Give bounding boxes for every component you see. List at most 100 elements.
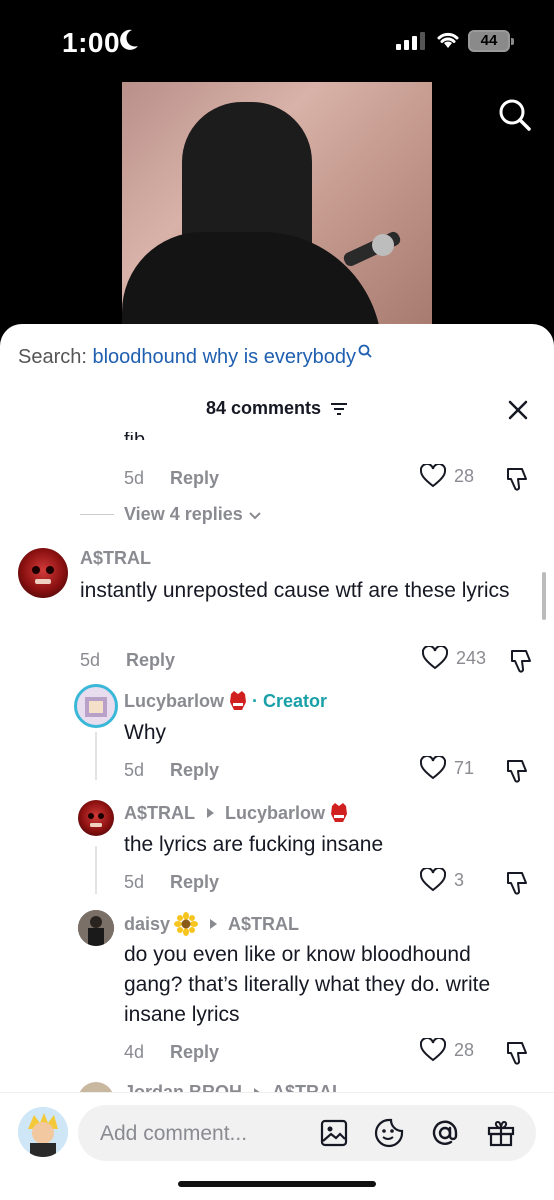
status-bar: 1:00 44 bbox=[0, 0, 554, 80]
battery-level: 44 bbox=[480, 32, 498, 49]
gift-icon[interactable] bbox=[486, 1118, 516, 1148]
reply-button[interactable]: Reply bbox=[170, 468, 219, 489]
thread-line bbox=[95, 846, 97, 894]
username-label: Lucybarlow bbox=[124, 690, 225, 711]
reply-button[interactable]: Reply bbox=[170, 1042, 219, 1063]
dislike-icon[interactable] bbox=[504, 870, 530, 896]
dislike-icon[interactable] bbox=[508, 648, 534, 674]
comment-input-placeholder: Add comment... bbox=[100, 1122, 248, 1145]
search-suggestion[interactable]: Search: bloodhound why is everybody bbox=[18, 344, 372, 369]
comments-list[interactable]: fib 5d Reply 28 View 4 replies A$TRAL in… bbox=[0, 432, 554, 1092]
like-count: 28 bbox=[454, 465, 475, 486]
comment-meta: 5d Reply bbox=[124, 468, 219, 489]
avatar-face bbox=[88, 813, 104, 827]
home-indicator bbox=[178, 1181, 376, 1187]
comment-meta: 5d Reply bbox=[124, 760, 219, 781]
comment-text: the lyrics are fucking insane bbox=[124, 833, 384, 856]
thread-line bbox=[95, 732, 97, 780]
creator-avatar[interactable] bbox=[74, 684, 118, 728]
comments-sheet: Search: bloodhound why is everybody 84 c… bbox=[0, 324, 554, 1200]
mention-icon[interactable] bbox=[430, 1118, 460, 1148]
close-icon[interactable] bbox=[508, 400, 528, 420]
heart-icon bbox=[420, 464, 446, 488]
heart-icon bbox=[420, 868, 446, 892]
chevron-down-icon bbox=[249, 511, 261, 519]
username-label: A$TRAL bbox=[80, 548, 151, 568]
sticker-icon[interactable] bbox=[374, 1118, 404, 1148]
view-replies-line bbox=[80, 514, 114, 515]
avatar[interactable] bbox=[18, 548, 68, 598]
avatar[interactable] bbox=[78, 910, 114, 946]
video-person-body bbox=[122, 232, 382, 332]
search-icon[interactable] bbox=[498, 98, 532, 132]
comment-date: 5d bbox=[124, 468, 145, 488]
comment-input[interactable]: Add comment... bbox=[78, 1105, 536, 1161]
comment-composer: Add comment... bbox=[0, 1092, 554, 1200]
reply-to-label: A$TRAL bbox=[272, 1082, 344, 1092]
like-button[interactable]: 28 bbox=[420, 464, 474, 488]
comment-text: instantly unreposted cause wtf are these… bbox=[80, 579, 510, 602]
creator-badge: · Creator bbox=[252, 690, 328, 711]
like-count: 71 bbox=[454, 757, 475, 778]
image-icon[interactable] bbox=[320, 1119, 348, 1147]
like-button[interactable]: 71 bbox=[420, 756, 474, 780]
moon-icon bbox=[120, 29, 138, 50]
battery-indicator: 44 bbox=[468, 30, 514, 52]
cellular-signal-icon bbox=[396, 32, 425, 50]
video-microphone-head bbox=[372, 234, 394, 256]
username-label: daisy bbox=[124, 913, 171, 934]
comments-count-label: 84 comments bbox=[205, 398, 322, 418]
comment-username[interactable]: A$TRAL Lucybarlow bbox=[124, 802, 349, 824]
heart-icon bbox=[420, 756, 446, 780]
comment-text: do you even like or know bloodhound gang… bbox=[124, 943, 491, 1026]
avatar[interactable] bbox=[78, 800, 114, 836]
video-preview[interactable] bbox=[122, 82, 432, 332]
like-count: 243 bbox=[456, 647, 487, 668]
like-count: 3 bbox=[454, 869, 465, 890]
dislike-icon[interactable] bbox=[504, 1040, 530, 1066]
comment-username[interactable]: A$TRAL bbox=[80, 548, 151, 569]
like-button[interactable]: 3 bbox=[420, 868, 464, 892]
status-time: 1:00 bbox=[62, 27, 121, 58]
caret-right-icon bbox=[207, 808, 214, 818]
comment-meta: 5d Reply bbox=[124, 872, 219, 893]
comments-count: 84 comments bbox=[0, 398, 554, 419]
comment-username[interactable]: Jordan BROH A$TRAL bbox=[124, 1082, 343, 1092]
avatar[interactable] bbox=[78, 1082, 114, 1092]
avatar-image bbox=[78, 910, 114, 946]
heart-icon bbox=[420, 1038, 446, 1062]
avatar-face bbox=[32, 566, 54, 584]
comment-meta: 5d Reply bbox=[80, 650, 175, 671]
search-prefix: Search: bbox=[18, 346, 93, 368]
my-avatar[interactable] bbox=[18, 1107, 68, 1157]
username-label: A$TRAL bbox=[124, 802, 195, 823]
dislike-icon[interactable] bbox=[504, 758, 530, 784]
scrollbar[interactable] bbox=[542, 572, 546, 620]
search-query[interactable]: bloodhound why is everybody bbox=[92, 346, 356, 368]
reply-button[interactable]: Reply bbox=[126, 650, 175, 671]
comment-username[interactable]: Lucybarlow · Creator bbox=[124, 690, 327, 712]
like-button[interactable]: 243 bbox=[422, 646, 486, 670]
dislike-icon[interactable] bbox=[504, 466, 530, 492]
filter-icon[interactable] bbox=[330, 401, 348, 417]
comment-username[interactable]: daisy A$TRAL bbox=[124, 912, 299, 936]
comment-meta: 4d Reply bbox=[124, 1042, 219, 1063]
sunflower-emoji-icon bbox=[174, 912, 199, 936]
avatar-image bbox=[85, 697, 107, 717]
caret-right-icon bbox=[210, 919, 218, 929]
view-replies-label: View 4 replies bbox=[124, 504, 243, 524]
view-replies-button[interactable]: View 4 replies bbox=[80, 504, 263, 525]
username-label: Jordan BROH bbox=[124, 1082, 243, 1092]
reply-button[interactable]: Reply bbox=[170, 760, 219, 781]
comment-text: Why bbox=[124, 721, 166, 744]
goblin-mask-emoji-icon bbox=[230, 691, 247, 710]
comment-date: 4d bbox=[124, 1042, 145, 1062]
reply-to-label: Lucybarlow bbox=[225, 802, 326, 823]
like-button[interactable]: 28 bbox=[420, 1038, 474, 1062]
wifi-icon bbox=[437, 32, 459, 48]
comment-date: 5d bbox=[80, 650, 101, 670]
my-avatar-image bbox=[18, 1107, 68, 1157]
reply-button[interactable]: Reply bbox=[170, 872, 219, 893]
comment-date: 5d bbox=[124, 872, 145, 892]
search-small-icon bbox=[358, 344, 372, 358]
